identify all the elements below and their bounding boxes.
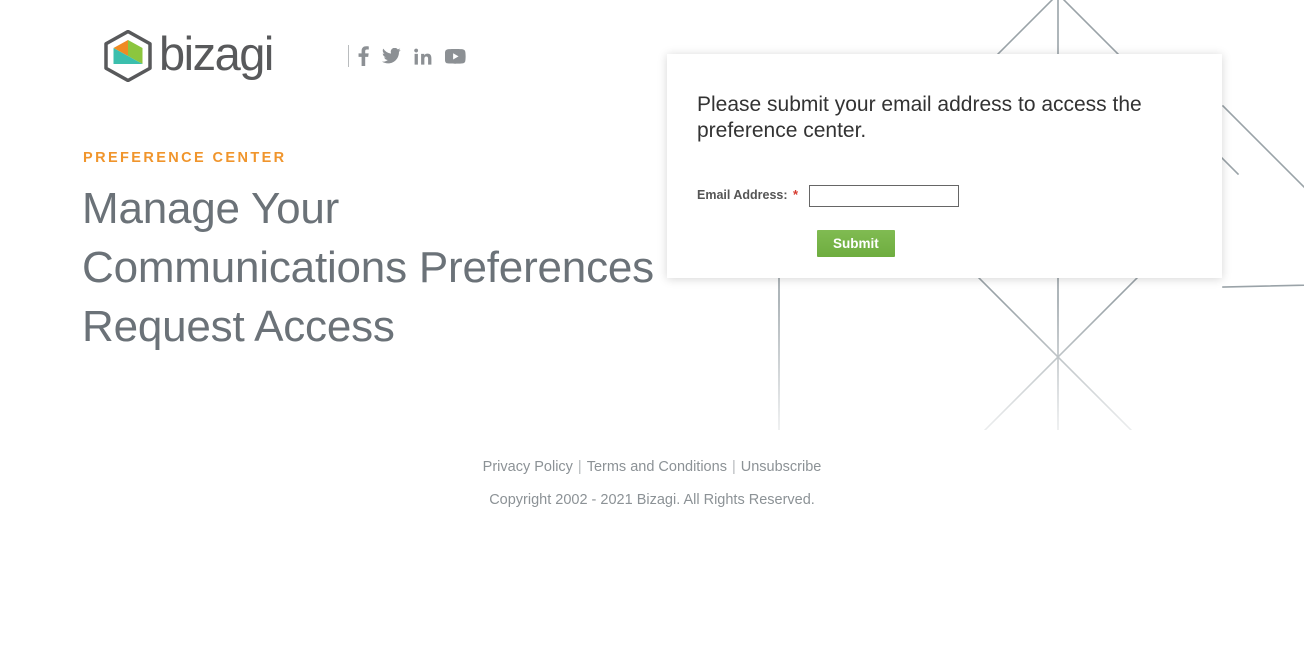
pattern-line-diamond-lower-right	[1222, 284, 1304, 288]
footer-link-privacy-policy[interactable]: Privacy Policy	[483, 459, 573, 475]
page-title-line-3: Request Access	[82, 302, 395, 352]
footer-links: Privacy Policy | Terms and Conditions | Unsu…	[0, 455, 1304, 479]
brand-row: bizagi	[103, 30, 466, 82]
page-title-line-2: Communications Preferences	[82, 243, 654, 293]
youtube-icon[interactable]	[445, 45, 466, 67]
hero-section: PREFERENCE CENTER Manage Your Communicat…	[82, 150, 662, 356]
page-title-line-1: Manage Your	[82, 184, 340, 234]
page-eyebrow: PREFERENCE CENTER	[83, 150, 287, 166]
header-divider	[348, 45, 349, 67]
email-field-row: Email Address: *	[697, 185, 1197, 207]
bizagi-logo-link[interactable]: bizagi	[103, 30, 341, 82]
footer-separator-1: |	[577, 459, 582, 475]
site-footer: Privacy Policy | Terms and Conditions | Unsu…	[0, 455, 1304, 512]
footer-link-unsubscribe[interactable]: Unsubscribe	[741, 459, 822, 475]
svg-text:bizagi: bizagi	[159, 30, 273, 80]
email-field-label: Email Address:	[697, 188, 788, 202]
social-links	[358, 45, 466, 67]
bizagi-hexagon-logo-icon	[104, 30, 152, 82]
email-request-card: Please submit your email address to acce…	[667, 54, 1222, 278]
page-title: Manage Your Communications Preferences R…	[82, 179, 662, 356]
submit-button-wrapper: Submit	[817, 230, 895, 257]
twitter-icon[interactable]	[382, 45, 401, 67]
linkedin-icon[interactable]	[414, 45, 432, 67]
footer-link-terms-and-conditions[interactable]: Terms and Conditions	[587, 459, 727, 475]
facebook-icon[interactable]	[358, 45, 369, 67]
footer-copyright: Copyright 2002 - 2021 Bizagi. All Rights…	[489, 492, 815, 508]
submit-button[interactable]: Submit	[817, 230, 895, 257]
pattern-line-diamond-upper-right	[1221, 104, 1304, 189]
card-heading: Please submit your email address to acce…	[697, 93, 1142, 142]
footer-separator-2: |	[731, 459, 736, 475]
email-input[interactable]	[809, 185, 959, 207]
bizagi-wordmark: bizagi	[159, 30, 274, 80]
required-marker: *	[793, 187, 799, 202]
